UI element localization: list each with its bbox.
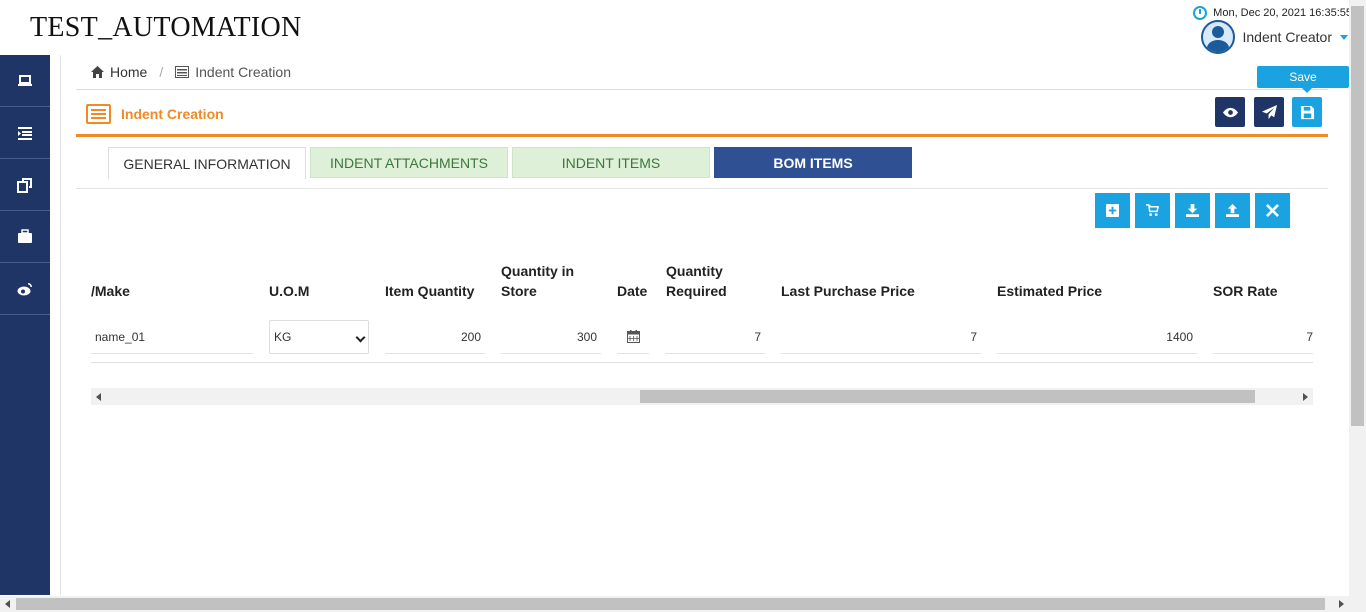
- chevron-down-icon: [355, 332, 366, 343]
- breadcrumb-home[interactable]: Home: [110, 64, 147, 80]
- save-tooltip: Save: [1257, 66, 1349, 93]
- header-quantity-in-store-line2: Store: [501, 283, 537, 299]
- sidebar-item-social[interactable]: [0, 263, 50, 315]
- make-input[interactable]: name_01: [91, 320, 253, 354]
- row-divider: [91, 362, 1313, 363]
- tab-indent-items[interactable]: INDENT ITEMS: [512, 147, 710, 178]
- eye-icon: [1222, 107, 1238, 117]
- datetime-text: Mon, Dec 20, 2021 16:35:55: [1213, 7, 1352, 19]
- header-make: /Make: [91, 283, 130, 299]
- save-button[interactable]: [1292, 97, 1322, 127]
- sidebar-item-dashboard[interactable]: [0, 55, 50, 107]
- header-estimated-price: Estimated Price: [997, 283, 1103, 299]
- briefcase-icon: [18, 228, 32, 243]
- header-quantity-required: Quantity Required: [666, 261, 727, 301]
- last-purchase-price-input[interactable]: 7: [781, 320, 981, 354]
- upload-icon: [1226, 204, 1239, 217]
- header-quantity-required-line2: Required: [666, 283, 727, 299]
- header-sor-rate: SOR Rate: [1213, 283, 1278, 299]
- uom-select[interactable]: KG: [269, 320, 369, 354]
- upload-button[interactable]: [1215, 193, 1250, 228]
- sidebar-item-indent[interactable]: [0, 107, 50, 159]
- breadcrumb-divider: [76, 89, 1328, 90]
- paper-plane-icon: [1261, 104, 1277, 119]
- chevron-down-icon: [1340, 34, 1348, 40]
- header-uom: U.O.M: [269, 283, 310, 299]
- date-picker[interactable]: [617, 320, 649, 354]
- datetime-display: Mon, Dec 20, 2021 16:35:55: [1193, 6, 1352, 20]
- delete-button[interactable]: [1255, 193, 1290, 228]
- sidebar: [0, 55, 50, 595]
- scroll-left-icon[interactable]: [5, 600, 10, 608]
- add-row-button[interactable]: [1095, 193, 1130, 228]
- sidebar-item-documents[interactable]: [0, 159, 50, 211]
- header-last-purchase-price: Last Purchase Price: [781, 283, 915, 299]
- list-icon: [86, 104, 111, 124]
- app-title: TEST_AUTOMATION: [30, 12, 302, 43]
- content-divider: [60, 55, 61, 595]
- tab-indent-attachments[interactable]: INDENT ATTACHMENTS: [310, 147, 508, 178]
- preview-button[interactable]: [1215, 97, 1245, 127]
- weibo-icon: [17, 282, 32, 295]
- scroll-right-icon[interactable]: [1339, 600, 1344, 608]
- item-quantity-input[interactable]: 200: [385, 320, 485, 354]
- bom-items-grid: /Make U.O.M Item Quantity Quantity in St…: [91, 255, 1313, 365]
- user-menu[interactable]: Indent Creator: [1200, 20, 1348, 54]
- tab-bom-items[interactable]: BOM ITEMS: [714, 147, 912, 178]
- scrollbar-thumb[interactable]: [16, 598, 1325, 610]
- copy-icon: [17, 177, 32, 193]
- cart-icon: [1146, 204, 1159, 217]
- breadcrumb: Home / Indent Creation: [91, 64, 291, 80]
- sidebar-item-jobs[interactable]: [0, 211, 50, 263]
- tabs-divider: [76, 188, 1328, 189]
- close-icon: [1266, 204, 1279, 217]
- download-button[interactable]: [1175, 193, 1210, 228]
- page-vertical-scrollbar[interactable]: [1349, 0, 1366, 596]
- avatar: [1200, 20, 1235, 54]
- estimated-price-input[interactable]: 1400: [997, 320, 1197, 354]
- submit-button[interactable]: [1254, 97, 1284, 127]
- grid-horizontal-scrollbar[interactable]: [91, 388, 1313, 405]
- tab-general-information[interactable]: GENERAL INFORMATION: [108, 147, 306, 179]
- uom-selected-value: KG: [274, 330, 292, 344]
- sor-rate-input[interactable]: 7: [1213, 320, 1313, 354]
- scroll-right-icon[interactable]: [1303, 393, 1308, 401]
- header-item-quantity: Item Quantity: [385, 283, 475, 299]
- home-icon: [91, 66, 104, 78]
- page-horizontal-scrollbar[interactable]: [0, 596, 1366, 612]
- scrollbar-thumb[interactable]: [640, 390, 1255, 403]
- quantity-in-store-input[interactable]: 300: [501, 320, 601, 354]
- header-quantity-in-store: Quantity in Store: [501, 261, 574, 301]
- laptop-icon: [18, 74, 32, 86]
- cart-button[interactable]: [1135, 193, 1170, 228]
- scroll-left-icon[interactable]: [96, 393, 101, 401]
- header-quantity-in-store-line1: Quantity in: [501, 263, 575, 279]
- indent-list-icon: [18, 126, 32, 140]
- calendar-icon: [626, 330, 640, 343]
- download-icon: [1186, 204, 1199, 217]
- plus-square-icon: [1106, 204, 1119, 217]
- breadcrumb-separator: /: [159, 64, 164, 80]
- list-alt-icon: [175, 66, 190, 78]
- section-divider: [76, 134, 1328, 137]
- page-header: Indent Creation: [86, 104, 224, 124]
- header-date: Date: [617, 283, 648, 299]
- page-title: Indent Creation: [121, 106, 224, 122]
- quantity-required-input[interactable]: 7: [665, 320, 765, 354]
- scrollbar-thumb[interactable]: [1351, 6, 1364, 426]
- header-quantity-required-line1: Quantity: [666, 263, 723, 279]
- clock-icon: [1193, 6, 1208, 20]
- save-icon: [1300, 105, 1314, 119]
- breadcrumb-current: Indent Creation: [195, 64, 291, 80]
- user-name: Indent Creator: [1242, 29, 1333, 45]
